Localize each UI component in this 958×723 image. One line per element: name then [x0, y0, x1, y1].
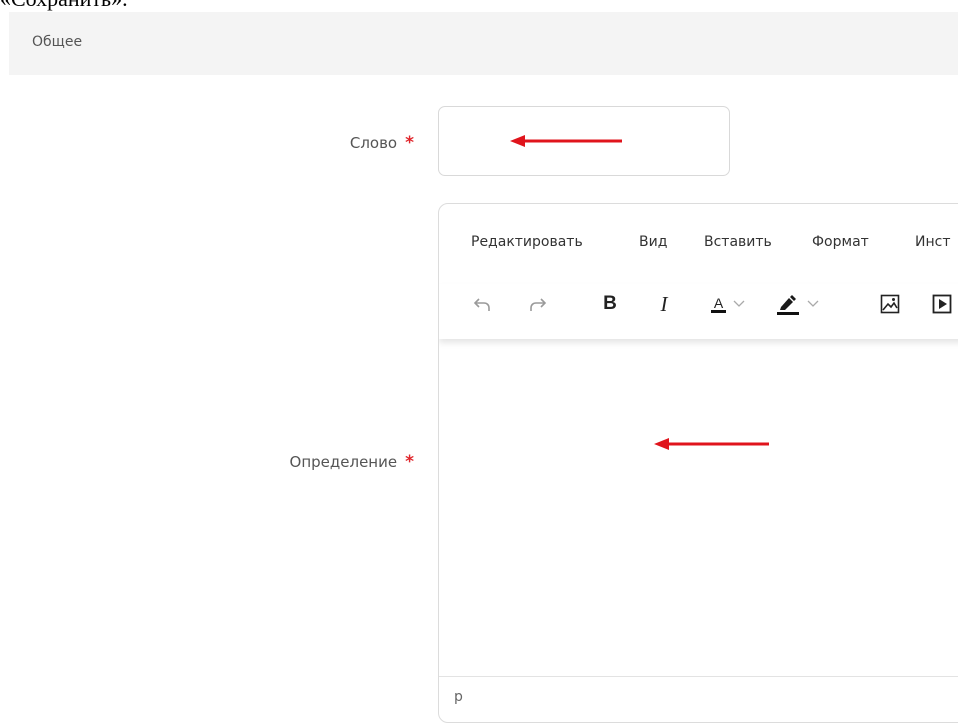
menu-format[interactable]: Формат: [812, 234, 869, 250]
insert-media-button[interactable]: [927, 284, 957, 324]
section-header: Общее: [9, 12, 958, 75]
editor-toolbar: B I A: [439, 284, 958, 339]
image-icon: [880, 294, 900, 314]
menu-tools[interactable]: Инст: [915, 234, 950, 250]
chevron-down-icon: [733, 300, 745, 307]
red-arrow-word: [510, 135, 622, 147]
undo-icon: [473, 298, 490, 311]
editor-menubar: Редактировать Вид Вставить Формат Инст: [439, 204, 958, 284]
word-label-row: Слово *: [350, 133, 414, 153]
bold-button[interactable]: B: [597, 284, 623, 324]
word-label: Слово: [349, 134, 398, 152]
section-title: Общее: [32, 34, 83, 50]
element-path[interactable]: p: [454, 689, 463, 705]
text-color-icon: A: [710, 296, 727, 313]
editor-statusbar: p: [439, 676, 958, 717]
italic-icon: I: [660, 291, 668, 316]
red-arrow-definition: [654, 438, 769, 450]
editor-content-area[interactable]: [439, 339, 958, 679]
rich-text-editor: Редактировать Вид Вставить Формат Инст B…: [438, 203, 958, 723]
highlight-color-icon: [777, 295, 799, 315]
required-mark: *: [405, 133, 414, 153]
bold-icon: B: [603, 293, 617, 314]
highlight-color-button[interactable]: [765, 284, 829, 324]
top-text-fragment: «Сохранить».: [0, 0, 300, 12]
text-color-button[interactable]: A: [701, 284, 755, 324]
menu-insert[interactable]: Вставить: [704, 234, 772, 250]
redo-icon: [530, 298, 547, 311]
media-icon: [932, 294, 952, 314]
definition-label: Определение: [289, 453, 398, 471]
definition-label-row: Определение *: [290, 452, 414, 472]
required-mark: *: [405, 452, 414, 472]
menu-edit[interactable]: Редактировать: [471, 234, 583, 250]
chevron-down-icon: [807, 300, 819, 307]
italic-button[interactable]: I: [651, 284, 677, 324]
insert-image-button[interactable]: [875, 284, 905, 324]
undo-button[interactable]: [469, 284, 495, 324]
menu-view[interactable]: Вид: [639, 234, 667, 250]
redo-button[interactable]: [525, 284, 551, 324]
